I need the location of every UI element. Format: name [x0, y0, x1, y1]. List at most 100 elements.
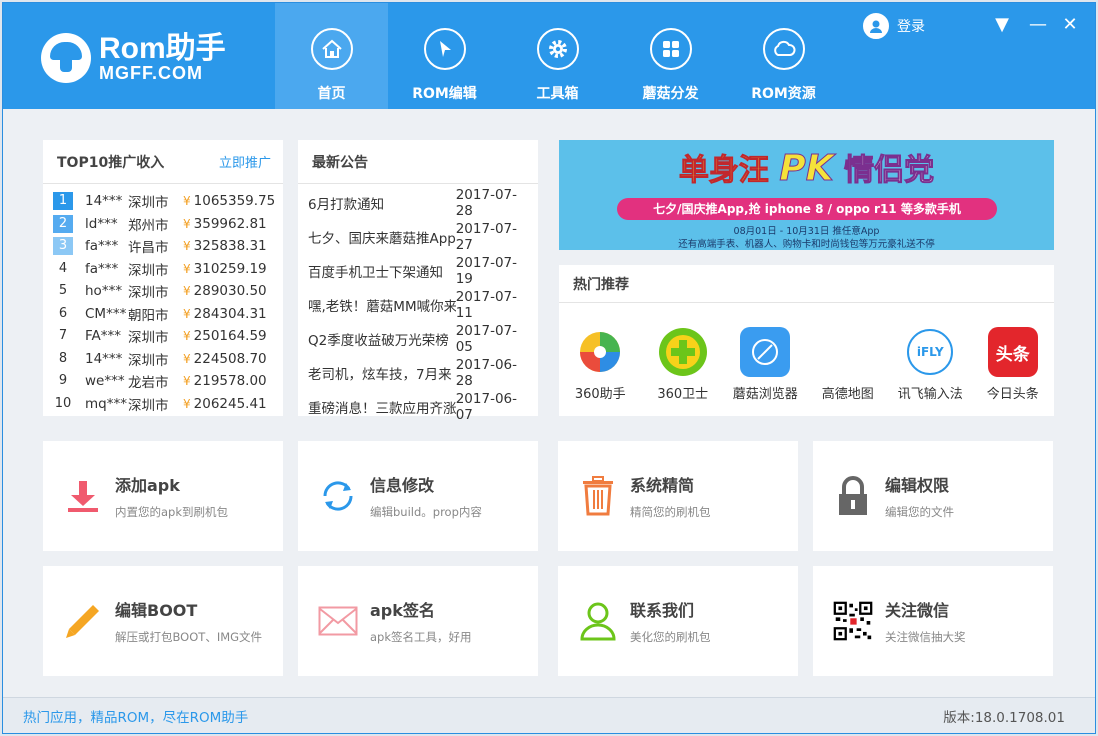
hot-app-360-guard[interactable]: 360卫士 [644, 327, 722, 402]
amap-icon [823, 327, 873, 377]
hot-app-label: 今日头条 [986, 387, 1039, 402]
notice-item[interactable]: 老司机，炫车技，7月来 2017-06-28 [298, 356, 538, 390]
hot-app-label: 蘑菇浏览器 [732, 387, 798, 402]
envelope-icon [318, 601, 358, 641]
pencil-icon [63, 601, 103, 641]
iflytek-icon: iFLY [905, 327, 955, 377]
hot-app-list: 360助手 360卫士 蘑菇浏览器 高德地图 iFLY 讯飞输入法 头条 今日头… [559, 303, 1054, 402]
tool-desc: apk签名工具，好用 [370, 630, 472, 644]
tool-desc: 美化您的刷机包 [630, 630, 711, 644]
tool-desc: 编辑您的文件 [885, 505, 954, 519]
login-button[interactable]: 登录 [863, 13, 925, 39]
hot-app-iflytek[interactable]: iFLY 讯飞输入法 [891, 327, 969, 402]
logo-title: Rom助手 [99, 32, 226, 65]
tool-title: 编辑权限 [885, 476, 950, 495]
hot-app-360-assistant[interactable]: 360助手 [561, 327, 639, 402]
header-bar: Rom助手 MGFF.COM 首页 ROM编辑 工具箱 蘑菇分发 ROM资源 登… [3, 3, 1095, 109]
logo-subtitle: MGFF.COM [99, 63, 203, 83]
tool-title: 编辑BOOT [115, 601, 198, 620]
promote-now-link[interactable]: 立即推广 [219, 152, 271, 171]
nav-home-label: 首页 [317, 86, 346, 102]
hot-app-label: 360卫士 [657, 387, 709, 402]
banner-headline-pk: PK [779, 148, 834, 189]
notice-item[interactable]: 重磅消息！三款应用齐涨 2017-06-07 [298, 390, 538, 424]
banner-gift-line: 还有高端手表、机器人、购物卡和时尚钱包等万元豪礼送不停 [678, 239, 935, 250]
user-avatar-icon [863, 13, 889, 39]
apk-sign-button[interactable]: apk签名 apk签名工具，好用 [298, 566, 538, 676]
qrcode-icon [833, 601, 873, 641]
tool-desc: 关注微信抽大奖 [885, 630, 966, 644]
rank-row: 6 CM*** 朝阳市 ¥284304.31 [58, 305, 267, 324]
menu-dropdown-icon[interactable]: ▼ [991, 15, 1013, 35]
toutiao-icon: 头条 [987, 327, 1038, 377]
app-window: Rom助手 MGFF.COM 首页 ROM编辑 工具箱 蘑菇分发 ROM资源 登… [2, 2, 1096, 734]
rank-row: 7 FA*** 深圳市 ¥250164.59 [58, 328, 267, 347]
nav-distribute[interactable]: 蘑菇分发 [614, 3, 727, 109]
notice-item[interactable]: 6月打款通知 2017-07-28 [298, 186, 538, 220]
top10-panel: TOP10推广收入 立即推广 1 14*** 深圳市 ¥1065359.75 2 ld*… [43, 140, 283, 416]
rank-row: 2 ld*** 郑州市 ¥359962.81 [43, 213, 283, 236]
lock-icon [833, 476, 873, 516]
banner-headline-right: 情侣党 [844, 153, 935, 188]
tool-desc: 精简您的刷机包 [630, 505, 711, 519]
status-bar: 热门应用，精品ROM，尽在ROM助手 版本:18.0.1708.01 [3, 697, 1095, 733]
nav-rom-resources-label: ROM资源 [751, 86, 816, 102]
mushroom-logo-icon [41, 33, 91, 83]
download-icon [63, 476, 103, 516]
notice-list: 6月打款通知 2017-07-28 七夕、国庆来蘑菇推App 2017-07-27 … [298, 184, 538, 424]
edit-info-button[interactable]: 信息修改 编辑build。prop内容 [298, 441, 538, 551]
mushroom-browser-icon [740, 327, 791, 377]
system-slim-button[interactable]: 系统精简精简您的刷机包 [558, 441, 798, 551]
nav-rom-edit[interactable]: ROM编辑 [388, 3, 501, 109]
edit-boot-button[interactable]: 编辑BOOT 解压或打包BOOT、IMG文件 [43, 566, 283, 676]
nav-distribute-label: 蘑菇分发 [642, 86, 699, 102]
notice-item[interactable]: 七夕、国庆来蘑菇推App 2017-07-27 [298, 220, 538, 254]
rank-row: 5 ho*** 深圳市 ¥289030.50 [58, 283, 267, 302]
cloud-icon [762, 28, 805, 70]
nav-toolbox[interactable]: 工具箱 [501, 3, 614, 109]
cursor-icon [423, 28, 466, 70]
tool-title: 系统精简 [630, 476, 695, 495]
banner-promo-line: 七夕/国庆推App,抢 iphone 8 / oppo r11 等多款手机 [617, 198, 997, 220]
edit-permission-button[interactable]: 编辑权限编辑您的文件 [813, 441, 1053, 551]
person-icon [578, 601, 618, 641]
contact-us-button[interactable]: 联系我们 美化您的刷机包 [558, 566, 798, 676]
hot-app-mushroom-browser[interactable]: 蘑菇浏览器 [726, 327, 804, 402]
login-label: 登录 [897, 19, 925, 35]
rank-row: 8 14*** 深圳市 ¥224508.70 [58, 350, 267, 369]
notice-item[interactable]: Q2季度收益破万光荣榜 2017-07-05 [298, 322, 538, 356]
trash-icon [578, 476, 618, 516]
hot-app-toutiao[interactable]: 头条 今日头条 [974, 327, 1052, 402]
minimize-icon[interactable]: — [1027, 15, 1049, 35]
hot-title: 热门推荐 [573, 276, 629, 293]
rank-row: 10 mq*** 深圳市 ¥206245.41 [54, 395, 267, 414]
add-apk-button[interactable]: 添加apk 内置您的apk到刷机包 [43, 441, 283, 551]
tool-title: 添加apk [115, 476, 180, 495]
follow-wechat-button[interactable]: 关注微信关注微信抽大奖 [813, 566, 1053, 676]
banner-headline-left: 单身汪 [678, 153, 769, 188]
tool-title: 信息修改 [370, 476, 435, 495]
notice-panel: 最新公告 6月打款通知 2017-07-28 七夕、国庆来蘑菇推App 2017-0… [298, 140, 538, 423]
promo-banner[interactable]: 单身汪 PK 情侣党 七夕/国庆推App,抢 iphone 8 / oppo r… [559, 140, 1054, 250]
hot-app-amap[interactable]: 高德地图 [809, 327, 887, 402]
nav-rom-resources[interactable]: ROM资源 [727, 3, 840, 109]
notice-title: 最新公告 [312, 154, 368, 171]
nav-toolbox-label: 工具箱 [536, 86, 579, 102]
notice-item[interactable]: 嘿,老铁！蘑菇MM喊你来 2017-07-11 [298, 288, 538, 322]
rank-row: 4 fa*** 深圳市 ¥310259.19 [58, 260, 267, 279]
banner-headline: 单身汪 PK 情侣党 [559, 150, 1054, 188]
banner-date-line: 08月01日 - 10月31日 推任意App [733, 226, 880, 237]
close-icon[interactable]: ✕ [1059, 15, 1081, 35]
home-icon [310, 28, 353, 70]
gear-icon [536, 28, 579, 70]
hot-app-label: 高德地图 [821, 387, 874, 402]
nav-home[interactable]: 首页 [275, 3, 388, 109]
main-nav: 首页 ROM编辑 工具箱 蘑菇分发 ROM资源 [275, 3, 840, 109]
notice-item[interactable]: 百度手机卫士下架通知 2017-07-19 [298, 254, 538, 288]
360-assistant-icon [575, 327, 625, 377]
tool-title: apk签名 [370, 601, 435, 620]
nav-rom-edit-label: ROM编辑 [412, 86, 477, 102]
footer-slogan[interactable]: 热门应用，精品ROM，尽在ROM助手 [23, 706, 248, 726]
tool-title: 关注微信 [885, 601, 950, 620]
hot-app-label: 360助手 [574, 387, 626, 402]
